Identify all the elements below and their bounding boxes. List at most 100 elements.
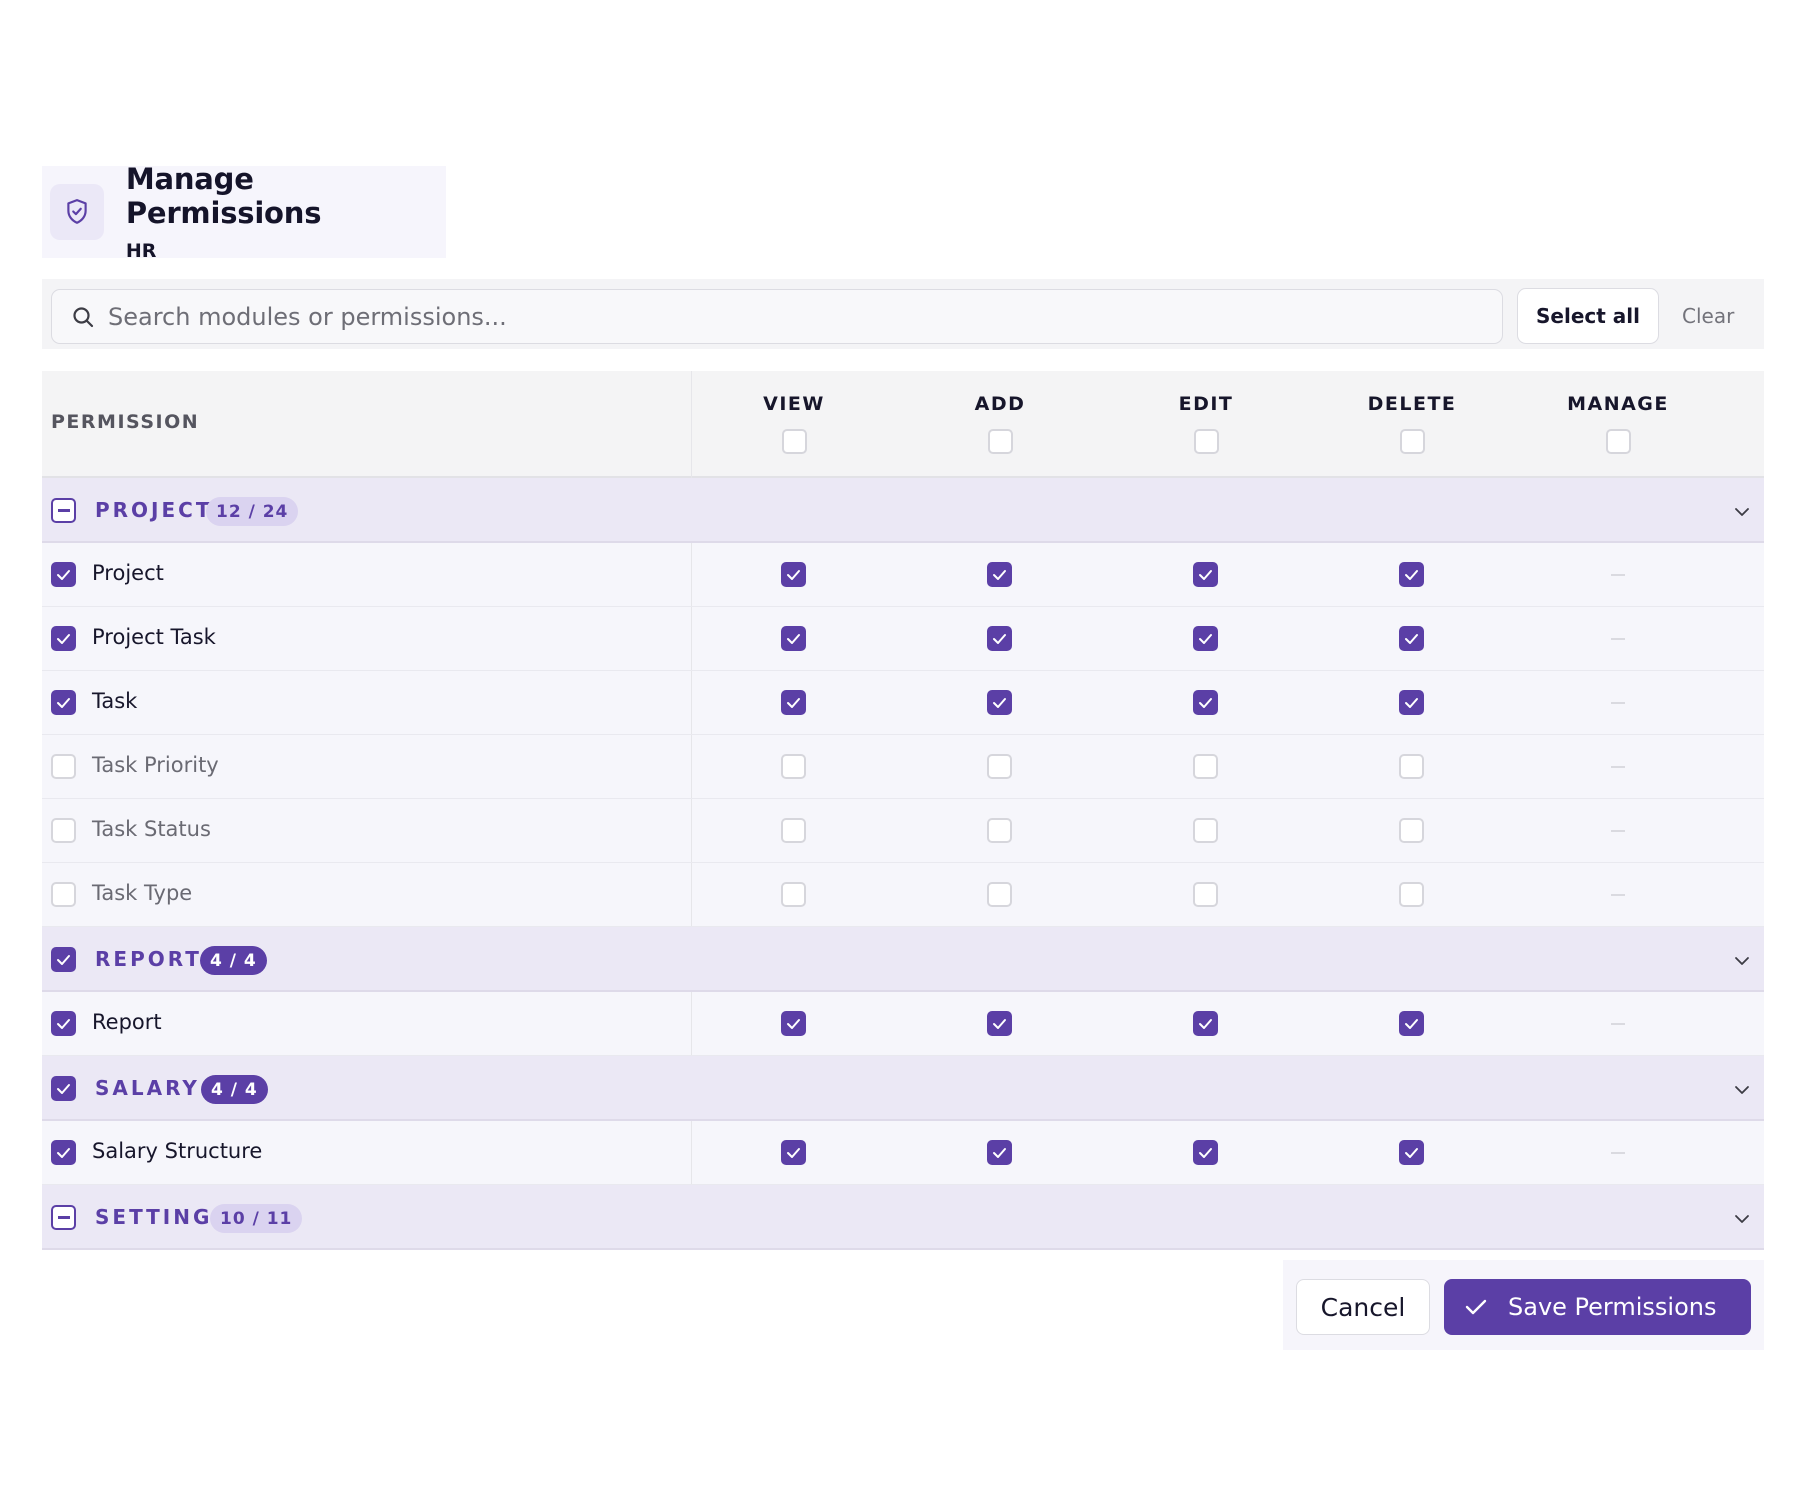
search-input[interactable]: [108, 302, 1468, 331]
column-header-manage: MANAGE: [1558, 393, 1678, 454]
permission-label: Task Type: [92, 881, 193, 905]
group-checkbox[interactable]: [51, 947, 76, 972]
edit-checkbox[interactable]: [1193, 1140, 1218, 1165]
group-row-project[interactable]: PROJECT 12 / 24: [42, 478, 1764, 543]
permissions-table: PERMISSION VIEW ADD EDIT DELETE MANAGE PROJE…: [42, 371, 1764, 1250]
delete-checkbox[interactable]: [1399, 818, 1424, 843]
row-select-checkbox[interactable]: [51, 626, 76, 651]
column-divider: [691, 863, 692, 926]
add-checkbox[interactable]: [987, 754, 1012, 779]
group-row-salary[interactable]: SALARY 4 / 4: [42, 1056, 1764, 1121]
view-checkbox[interactable]: [781, 690, 806, 715]
add-checkbox[interactable]: [987, 1140, 1012, 1165]
add-checkbox[interactable]: [987, 818, 1012, 843]
edit-checkbox[interactable]: [1193, 626, 1218, 651]
column-divider: [691, 671, 692, 734]
cancel-button[interactable]: Cancel: [1296, 1279, 1430, 1335]
view-checkbox[interactable]: [781, 626, 806, 651]
edit-checkbox[interactable]: [1193, 754, 1218, 779]
column-header-label: DELETE: [1367, 393, 1457, 415]
add-checkbox[interactable]: [987, 1011, 1012, 1036]
add-checkbox[interactable]: [987, 626, 1012, 651]
add-checkbox[interactable]: [987, 690, 1012, 715]
row-select-checkbox[interactable]: [51, 754, 76, 779]
group-count-badge: 4 / 4: [200, 946, 267, 975]
view-checkbox[interactable]: [781, 1140, 806, 1165]
column-header-label: VIEW: [763, 393, 825, 415]
permission-label: Project: [92, 561, 164, 585]
select-column-add-checkbox[interactable]: [987, 429, 1013, 454]
search-box[interactable]: [51, 289, 1503, 344]
delete-checkbox[interactable]: [1399, 690, 1424, 715]
table-body: PROJECT 12 / 24 Project Project Task Task Tas…: [42, 478, 1764, 1250]
shield-check-icon: [50, 184, 104, 240]
toolbar: Select all Clear: [42, 279, 1764, 349]
row-select-checkbox[interactable]: [51, 690, 76, 715]
column-divider: [691, 543, 692, 606]
table-row: Report: [42, 992, 1764, 1056]
chevron-down-icon[interactable]: [1734, 951, 1750, 970]
manage-not-applicable-dash: [1611, 766, 1625, 768]
manage-not-applicable-dash: [1611, 638, 1625, 640]
select-column-delete-checkbox[interactable]: [1399, 429, 1425, 454]
clear-button[interactable]: Clear: [1682, 288, 1764, 344]
chevron-down-icon[interactable]: [1734, 1209, 1750, 1228]
edit-checkbox[interactable]: [1193, 690, 1218, 715]
table-header: PERMISSION VIEW ADD EDIT DELETE MANAGE: [42, 371, 1764, 478]
row-select-checkbox[interactable]: [51, 882, 76, 907]
table-row: Project Task: [42, 607, 1764, 671]
view-checkbox[interactable]: [781, 882, 806, 907]
edit-checkbox[interactable]: [1193, 562, 1218, 587]
column-divider: [691, 799, 692, 862]
group-row-setting[interactable]: SETTING 10 / 11: [42, 1185, 1764, 1250]
delete-checkbox[interactable]: [1399, 562, 1424, 587]
column-divider: [691, 607, 692, 670]
add-checkbox[interactable]: [987, 562, 1012, 587]
select-all-button[interactable]: Select all: [1517, 288, 1659, 344]
chevron-down-icon[interactable]: [1734, 1080, 1750, 1099]
save-permissions-button[interactable]: Save Permissions: [1444, 1279, 1751, 1335]
permission-column-header: PERMISSION: [51, 411, 200, 433]
group-count-badge: 12 / 24: [206, 497, 299, 526]
check-icon: [1465, 1299, 1487, 1315]
edit-checkbox[interactable]: [1193, 818, 1218, 843]
permission-label: Task: [92, 689, 138, 713]
group-checkbox[interactable]: [51, 1076, 76, 1101]
view-checkbox[interactable]: [781, 562, 806, 587]
add-checkbox[interactable]: [987, 882, 1012, 907]
group-checkbox[interactable]: [51, 498, 76, 523]
row-select-checkbox[interactable]: [51, 562, 76, 587]
group-count-badge: 4 / 4: [201, 1075, 268, 1104]
group-name: REPORT: [95, 946, 202, 971]
select-column-view-checkbox[interactable]: [781, 429, 807, 454]
select-column-edit-checkbox[interactable]: [1193, 429, 1219, 454]
delete-checkbox[interactable]: [1399, 1140, 1424, 1165]
row-select-checkbox[interactable]: [51, 1140, 76, 1165]
chevron-down-icon[interactable]: [1734, 502, 1750, 521]
view-checkbox[interactable]: [781, 1011, 806, 1036]
select-column-manage-checkbox[interactable]: [1605, 429, 1631, 454]
delete-checkbox[interactable]: [1399, 626, 1424, 651]
edit-checkbox[interactable]: [1193, 1011, 1218, 1036]
row-select-checkbox[interactable]: [51, 1011, 76, 1036]
group-checkbox[interactable]: [51, 1205, 76, 1230]
permission-label: Task Priority: [92, 753, 219, 777]
view-checkbox[interactable]: [781, 818, 806, 843]
search-icon: [73, 306, 94, 327]
manage-not-applicable-dash: [1611, 830, 1625, 832]
column-header-add: ADD: [940, 393, 1060, 454]
permission-label: Salary Structure: [92, 1139, 263, 1163]
page-title: Manage Permissions: [125, 162, 322, 230]
page-subtitle: HR: [125, 240, 157, 262]
group-name: SETTING: [95, 1204, 213, 1229]
view-checkbox[interactable]: [781, 754, 806, 779]
row-select-checkbox[interactable]: [51, 818, 76, 843]
delete-checkbox[interactable]: [1399, 882, 1424, 907]
column-header-delete: DELETE: [1352, 393, 1472, 454]
edit-checkbox[interactable]: [1193, 882, 1218, 907]
table-row: Task: [42, 671, 1764, 735]
delete-checkbox[interactable]: [1399, 1011, 1424, 1036]
delete-checkbox[interactable]: [1399, 754, 1424, 779]
manage-not-applicable-dash: [1611, 1023, 1625, 1025]
group-row-report[interactable]: REPORT 4 / 4: [42, 927, 1764, 992]
